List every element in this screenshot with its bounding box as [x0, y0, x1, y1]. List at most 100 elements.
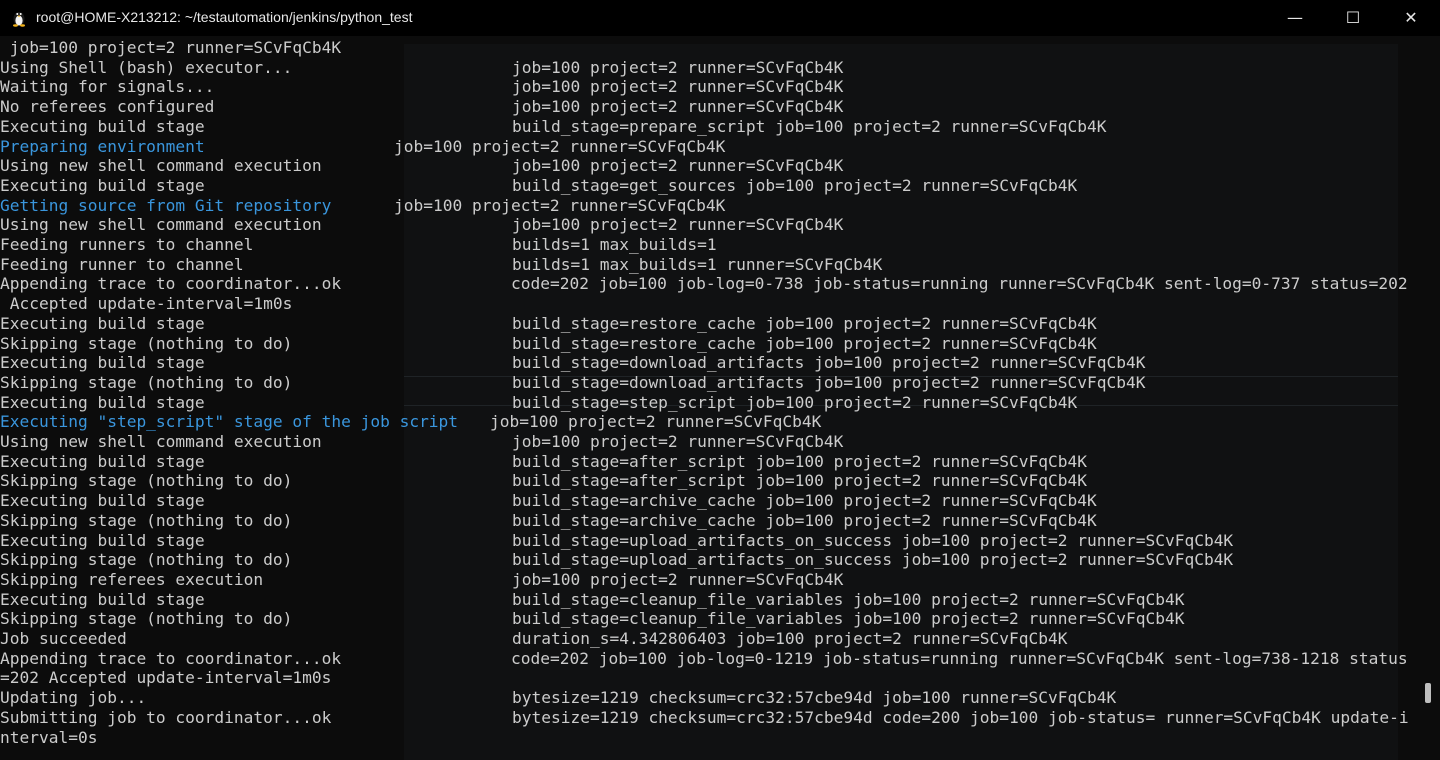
- log-line: Skipping stage (nothing to do) build_stag…: [0, 471, 1087, 491]
- log-message: nterval=0s: [0, 727, 98, 747]
- log-message: Using new shell command execution: [0, 432, 322, 451]
- log-line: Updating job... bytesize=1219 checksum=cr…: [0, 688, 1116, 708]
- log-message: Executing build stage: [0, 451, 205, 471]
- log-line: Executing build stage build_stage=prepare…: [0, 116, 1107, 137]
- log-line: Appending trace to coordinator...ok code=…: [0, 648, 1408, 669]
- log-message: Waiting for signals...: [0, 77, 215, 97]
- log-fields: build_stage=archive_cache job=100 projec…: [512, 491, 1097, 511]
- terminal-scrollbar[interactable]: [1430, 36, 1440, 760]
- log-line: =202 Accepted update-interval=1m0s: [0, 668, 331, 688]
- log-fields: builds=1 max_builds=1: [512, 235, 717, 254]
- log-line: Preparing environment job=100 project=2 r…: [0, 136, 725, 157]
- log-message: Skipping referees execution: [0, 569, 264, 589]
- log-fields: build_stage=upload_artifacts_on_success …: [512, 550, 1234, 570]
- log-message: Job succeeded: [0, 629, 127, 648]
- log-line: Executing build stage build_stage=get_sou…: [0, 175, 1077, 196]
- log-line: Skipping stage (nothing to do) build_stag…: [0, 550, 1233, 570]
- minimize-button[interactable]: —: [1266, 0, 1324, 36]
- maximize-button[interactable]: ☐: [1324, 0, 1382, 36]
- log-message: Skipping stage (nothing to do): [0, 333, 293, 353]
- log-message: Executing build stage: [0, 353, 205, 373]
- log-fields: duration_s=4.342806403 job=100 project=2…: [512, 629, 1068, 648]
- log-fields: bytesize=1219 checksum=crc32:57cbe94d co…: [512, 707, 1409, 727]
- log-line: Executing build stage build_stage=archive…: [0, 491, 1097, 511]
- log-fields: build_stage=download_artifacts job=100 p…: [512, 372, 1146, 392]
- log-line: Appending trace to coordinator...ok code=…: [0, 274, 1408, 294]
- log-fields: code=202 job=100 job-log=0-1219 job-stat…: [511, 648, 1408, 668]
- log-message: Using new shell command execution: [0, 156, 322, 176]
- window-titlebar[interactable]: root@HOME-X213212: ~/testautomation/jenk…: [0, 0, 1440, 36]
- log-message: Feeding runners to channel: [0, 235, 254, 254]
- log-line: Executing build stage build_stage=upload_…: [0, 530, 1233, 551]
- log-message: Feeding runner to channel: [0, 254, 244, 274]
- log-message: Preparing environment: [0, 136, 205, 156]
- log-fields: build_stage=restore_cache job=100 projec…: [512, 333, 1097, 353]
- log-message: Executing build stage: [0, 392, 205, 412]
- log-fields: job=100 project=2 runner=SCvFqCb4K: [512, 77, 844, 97]
- log-line: Skipping stage (nothing to do) build_stag…: [0, 372, 1145, 393]
- log-line: No referees configured job=100 project=2 …: [0, 97, 843, 117]
- log-message: Using new shell command execution: [0, 215, 322, 235]
- log-fields: build_stage=upload_artifacts_on_success …: [512, 530, 1234, 550]
- log-message: Executing build stage: [0, 491, 205, 511]
- log-line: Executing build stage build_stage=step_sc…: [0, 392, 1077, 413]
- log-fields: job=100 project=2 runner=SCvFqCb4K: [512, 215, 844, 235]
- tux-icon: [13, 12, 25, 27]
- log-fields: job=100 project=2 runner=SCvFqCb4K: [394, 195, 726, 215]
- log-line: Using new shell command execution job=100…: [0, 432, 843, 452]
- log-message: Using Shell (bash) executor...: [0, 57, 293, 77]
- log-message: Executing build stage: [0, 530, 205, 550]
- log-message: Executing build stage: [0, 175, 205, 195]
- log-line: Executing build stage build_stage=restore…: [0, 313, 1097, 334]
- log-fields: build_stage=cleanup_file_variables job=1…: [512, 609, 1185, 629]
- log-fields: build_stage=restore_cache job=100 projec…: [512, 313, 1097, 333]
- log-fields: build_stage=cleanup_file_variables job=1…: [512, 589, 1185, 609]
- log-message: Skipping stage (nothing to do): [0, 550, 293, 570]
- log-fields: build_stage=prepare_script job=100 proje…: [512, 116, 1107, 136]
- log-line: Skipping stage (nothing to do) build_stag…: [0, 511, 1097, 531]
- log-message: job=100 project=2 runner=SCvFqCb4K: [0, 38, 342, 57]
- log-message: Executing build stage: [0, 313, 205, 333]
- log-line: Using Shell (bash) executor... job=100 pr…: [0, 57, 843, 78]
- log-message: Skipping stage (nothing to do): [0, 471, 293, 491]
- log-message: Appending trace to coordinator...ok: [0, 274, 342, 294]
- log-fields: build_stage=after_script job=100 project…: [512, 471, 1087, 491]
- log-fields: job=100 project=2 runner=SCvFqCb4K: [490, 412, 822, 432]
- log-message: Skipping stage (nothing to do): [0, 609, 293, 629]
- log-message: Submitting job to coordinator...ok: [0, 707, 332, 727]
- log-fields: builds=1 max_builds=1 runner=SCvFqCb4K: [512, 254, 883, 274]
- log-fields: code=202 job=100 job-log=0-738 job-statu…: [511, 274, 1408, 294]
- log-line: nterval=0s: [0, 728, 97, 748]
- log-message: Accepted update-interval=1m0s: [0, 294, 293, 314]
- log-message: Appending trace to coordinator...ok: [0, 648, 342, 668]
- close-button[interactable]: ✕: [1382, 0, 1440, 36]
- log-line: Skipping referees execution job=100 proje…: [0, 569, 843, 590]
- log-line: Skipping stage (nothing to do) build_stag…: [0, 609, 1184, 629]
- log-fields: build_stage=archive_cache job=100 projec…: [512, 510, 1097, 530]
- log-message: Skipping stage (nothing to do): [0, 372, 293, 392]
- log-line: Skipping stage (nothing to do) build_stag…: [0, 333, 1097, 354]
- log-fields: build_stage=get_sources job=100 project=…: [512, 175, 1078, 195]
- log-message: Executing "step_script" stage of the job…: [0, 412, 459, 432]
- window-title: root@HOME-X213212: ~/testautomation/jenk…: [36, 9, 413, 25]
- log-line: Accepted update-interval=1m0s: [0, 294, 293, 314]
- log-message: No referees configured: [0, 97, 215, 117]
- log-line: Feeding runners to channel builds=1 max_b…: [0, 235, 717, 255]
- log-message: Updating job...: [0, 688, 147, 708]
- log-fields: job=100 project=2 runner=SCvFqCb4K: [512, 97, 844, 117]
- terminal-output[interactable]: job=100 project=2 runner=SCvFqCb4K Using …: [0, 38, 1430, 760]
- scrollbar-thumb[interactable]: [1425, 683, 1431, 703]
- log-fields: build_stage=step_script job=100 project=…: [512, 392, 1078, 412]
- log-message: =202 Accepted update-interval=1m0s: [0, 668, 332, 688]
- log-line: Getting source from Git repository job=10…: [0, 196, 725, 216]
- log-line: Using new shell command execution job=100…: [0, 215, 843, 235]
- log-message: Executing build stage: [0, 116, 205, 136]
- log-line: job=100 project=2 runner=SCvFqCb4K: [0, 38, 341, 58]
- log-fields: job=100 project=2 runner=SCvFqCb4K: [512, 156, 844, 176]
- log-line: Using new shell command execution job=100…: [0, 156, 843, 176]
- log-line: Feeding runner to channel builds=1 max_bu…: [0, 254, 882, 275]
- log-fields: build_stage=after_script job=100 project…: [512, 451, 1087, 471]
- log-message: Executing build stage: [0, 589, 205, 609]
- log-fields: job=100 project=2 runner=SCvFqCb4K: [394, 136, 726, 156]
- log-line: Executing "step_script" stage of the job…: [0, 412, 821, 432]
